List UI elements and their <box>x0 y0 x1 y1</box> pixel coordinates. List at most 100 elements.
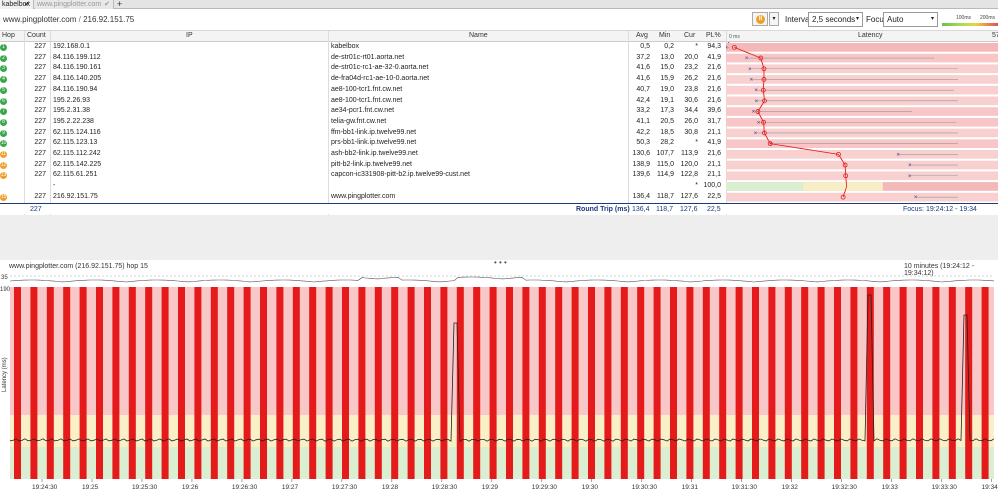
min-marker: × <box>755 99 759 105</box>
col-hop[interactable]: Hop <box>2 32 15 39</box>
packet-loss-bar <box>63 287 71 479</box>
packet-loss-bar <box>243 287 251 479</box>
timeline-graph[interactable]: 35 190 Latency (ms) 19:24:30 19:25 19:25:30 19… <box>0 272 998 494</box>
pause-icon: II <box>756 15 765 24</box>
packet-loss-bar <box>522 287 530 479</box>
cell-name: kabelbox <box>331 43 360 50</box>
target-host: www.pingplotter.com <box>3 15 77 24</box>
cell-pl: 21,6 <box>707 85 721 93</box>
min-marker: × <box>757 120 761 126</box>
summary-cur: 127,6 <box>680 206 698 213</box>
hop-number: 4 <box>0 76 7 84</box>
hop-number: 7 <box>0 108 7 116</box>
hop-number: 12 <box>0 161 7 169</box>
col-cur[interactable]: Cur <box>684 32 695 39</box>
packet-loss-bar <box>653 287 661 479</box>
min-marker: × <box>745 56 749 62</box>
cell-ip: 192.168.0.1 <box>53 43 90 50</box>
focus-select[interactable]: Auto ▾ <box>883 12 938 27</box>
col-ip[interactable]: IP <box>186 32 193 39</box>
x-tick-label: 19:31:30 <box>732 484 758 491</box>
min-marker: × <box>896 152 900 158</box>
packet-loss-bar <box>899 287 907 479</box>
cell-cur: 23,2 <box>684 64 698 72</box>
chevron-down-icon: ▾ <box>930 16 934 22</box>
check-icon[interactable]: ✔ <box>24 0 30 9</box>
cell-min: 19,1 <box>660 96 674 104</box>
col-pl[interactable]: PL% <box>706 32 721 39</box>
x-tick-label: 19:27:30 <box>332 484 358 491</box>
pause-button[interactable]: II <box>752 12 768 26</box>
packet-loss-bar <box>440 287 448 479</box>
cell-avg: 42,2 <box>636 128 650 136</box>
hop-table: Hop Count IP Name Avg Min Cur PL% Latenc… <box>0 31 998 215</box>
tab-kabelbox[interactable]: kabelbox ✔ <box>0 0 34 9</box>
col-min[interactable]: Min <box>659 32 670 39</box>
cell-cur: * <box>695 139 698 147</box>
cell-pl: 21,6 <box>707 96 721 104</box>
packet-loss-bar <box>817 287 825 479</box>
col-latency[interactable]: Latency <box>858 32 883 39</box>
focus-value: Auto <box>887 15 904 24</box>
tab-pingplotter[interactable]: www.pingplotter.com ✔ <box>35 0 114 9</box>
pingplotter-window: kabelbox ✔ www.pingplotter.com ✔ + www.p… <box>0 0 998 494</box>
packet-loss-bar <box>407 287 415 479</box>
min-marker: × <box>908 163 912 169</box>
cell-min: 20,5 <box>660 117 674 125</box>
col-count[interactable]: Count <box>27 32 46 39</box>
packet-loss-bar <box>686 287 694 479</box>
packet-loss-bar <box>735 287 743 479</box>
cell-count: 227 <box>34 150 46 157</box>
x-tick-label: 19:30 <box>582 484 599 491</box>
tab-strip: kabelbox ✔ www.pingplotter.com ✔ + <box>0 0 998 9</box>
min-marker: × <box>748 67 752 73</box>
hop-number: 3 <box>0 65 7 73</box>
packet-loss-bar <box>784 287 792 479</box>
cell-name: pitt-b2-link.ip.twelve99.net <box>331 160 412 168</box>
cell-name: ae34-pcr1.fnt.cw.net <box>331 107 395 115</box>
hop-number: 15 <box>0 193 7 201</box>
cell-pl: 21,1 <box>707 160 721 168</box>
packet-loss-bar <box>702 287 710 479</box>
cell-pl: 41,9 <box>707 139 721 147</box>
cell-cur: 23,8 <box>684 85 698 93</box>
summary-label: Round Trip (ms) <box>576 206 630 213</box>
summary-focus: Focus: 19:24:12 - 19:34 <box>903 206 977 213</box>
scale-gradient <box>942 23 998 26</box>
cell-count: 227 <box>34 107 46 115</box>
cell-cur: * <box>695 182 698 190</box>
interval-select[interactable]: 2,5 seconds ▾ <box>808 12 863 27</box>
cell-cur: 20,0 <box>684 53 698 61</box>
cell-name: telia-gw.fnt.cw.net <box>331 117 387 125</box>
min-marker: × <box>754 131 758 137</box>
packet-loss-bar <box>588 287 595 479</box>
packet-loss-bar <box>79 287 87 479</box>
cell-cur: 113,9 <box>681 150 698 157</box>
min-marker: × <box>752 110 756 116</box>
packet-loss-bar <box>801 287 809 479</box>
cell-count: 227 <box>34 85 46 93</box>
col-name[interactable]: Name <box>469 32 488 39</box>
cell-ip: - <box>53 182 56 190</box>
cell-avg: 139,6 <box>632 171 650 179</box>
check-icon[interactable]: ✔ <box>104 0 110 9</box>
scale-label-200: 200ms <box>980 15 996 21</box>
cell-name: capcon-ic331908-pitt-b2.ip.twelve99-cust… <box>331 171 470 179</box>
cell-cur: 34,4 <box>684 107 698 115</box>
zone-red <box>10 287 994 415</box>
cell-ip: 195.2.31.38 <box>53 107 90 115</box>
cell-cur: 30,8 <box>684 128 698 136</box>
packet-loss-bar <box>948 287 956 479</box>
cell-name: de-fra04d-rc1-ae-10-0.aorta.net <box>331 75 430 83</box>
x-tick-label: 19:32:30 <box>832 484 858 491</box>
packet-loss-bar <box>555 287 563 479</box>
chevron-down-icon[interactable]: ▾ <box>769 12 779 26</box>
hop-number: 5 <box>0 86 7 94</box>
cell-avg: 136,4 <box>632 192 650 200</box>
tab-label: www.pingplotter.com <box>37 1 102 8</box>
min-marker: × <box>749 77 753 83</box>
new-tab-button[interactable]: + <box>117 0 122 9</box>
packet-loss-bar <box>227 287 235 479</box>
cell-min: 114,9 <box>657 171 674 179</box>
col-avg[interactable]: Avg <box>636 32 648 39</box>
